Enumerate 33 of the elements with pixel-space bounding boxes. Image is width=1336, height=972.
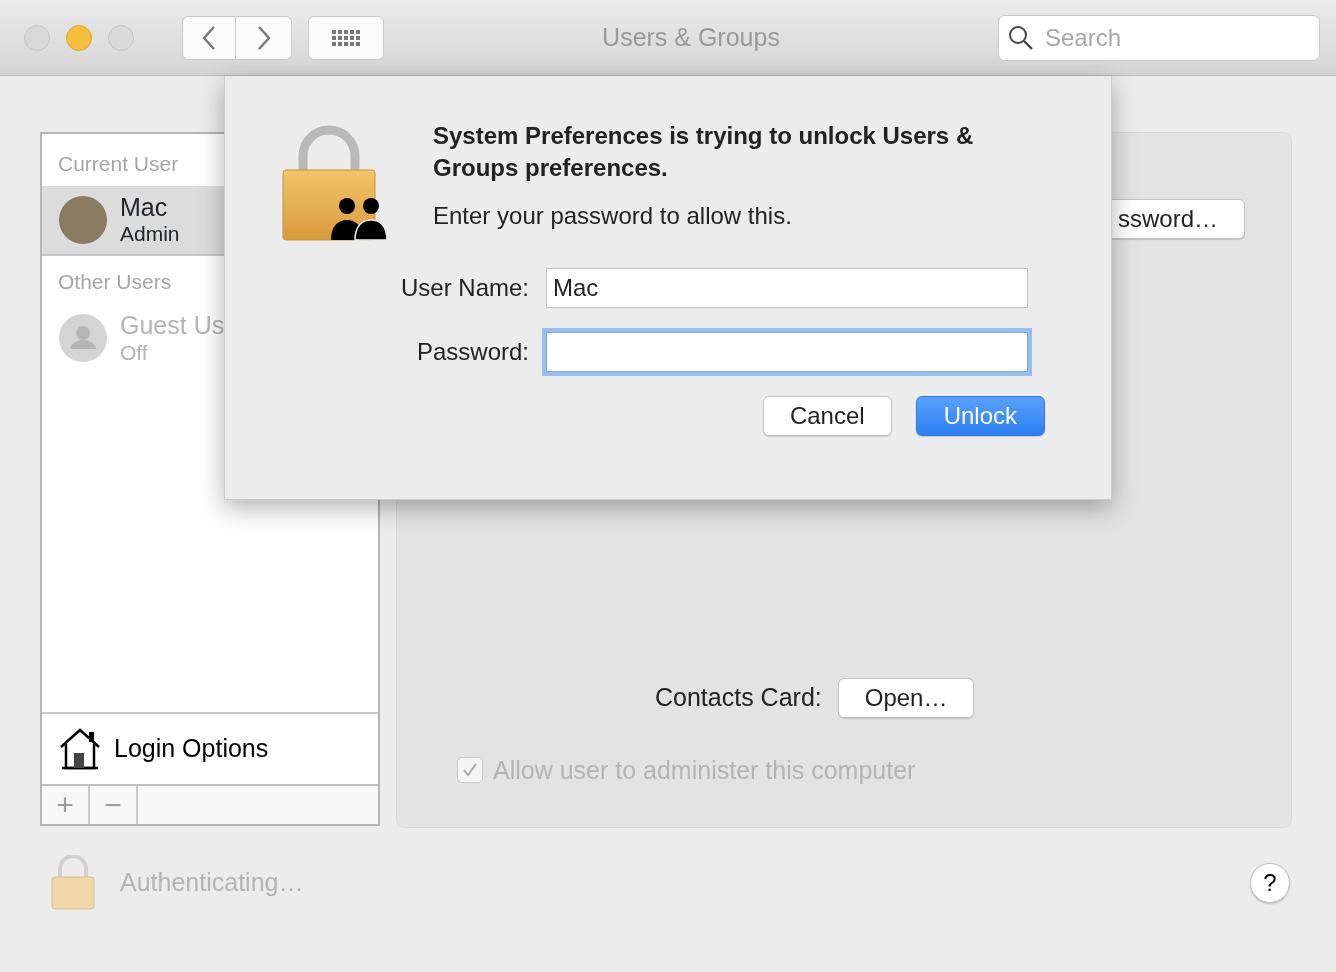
house-icon	[58, 727, 102, 771]
lock-icon[interactable]	[50, 855, 96, 911]
chevron-left-icon	[202, 24, 216, 51]
back-button[interactable]	[182, 15, 236, 60]
open-button[interactable]: Open…	[837, 677, 975, 718]
chevron-right-icon	[256, 24, 271, 51]
lock-status: Authenticating…	[120, 867, 304, 899]
dialog-button[interactable]: Cancel	[762, 396, 892, 436]
grid-icon	[332, 29, 360, 46]
photo-placeholder	[58, 194, 108, 245]
user-name: Mac	[120, 192, 169, 222]
show-all-button[interactable]	[308, 15, 384, 60]
login-options-label: Login Options	[114, 733, 269, 765]
dialog-message: Enter your password to allow this.	[433, 201, 793, 231]
search-field[interactable]: Search	[998, 14, 1320, 61]
close-button[interactable]	[24, 24, 50, 51]
password-field[interactable]	[546, 332, 1028, 372]
window-title: Users & Groups	[601, 21, 781, 53]
section-heading: Other Users	[57, 268, 173, 295]
forward-button[interactable]	[236, 15, 292, 60]
contacts-card-label: Contacts Card:	[655, 681, 822, 713]
dialog-title: System Preferences is trying to unlock Users & Groups preferences.	[433, 121, 975, 183]
help-button[interactable]: ?	[1250, 863, 1290, 903]
field-label: User Name:	[399, 273, 530, 303]
zoom-button[interactable]	[108, 24, 134, 51]
user-name: Guest Us	[120, 311, 225, 340]
username-field[interactable]: Mac	[546, 268, 1028, 308]
user-role: Admin	[120, 221, 180, 247]
section-heading: Current User	[57, 151, 180, 177]
user-role: Off	[120, 339, 149, 365]
field-label: Password:	[415, 337, 530, 367]
minimize-button[interactable]	[66, 24, 92, 51]
user-avatar-icon	[58, 313, 108, 363]
